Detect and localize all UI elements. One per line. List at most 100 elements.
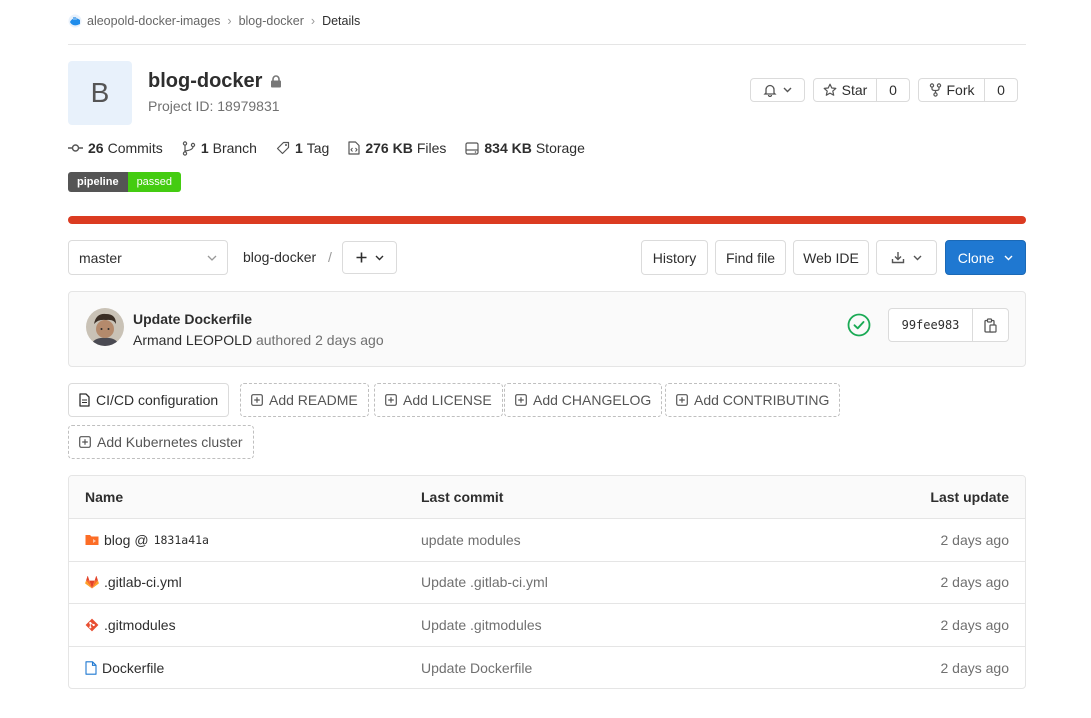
commits-link[interactable]: 26 Commits — [68, 140, 163, 156]
last-commit-link[interactable]: Update Dockerfile — [421, 660, 532, 676]
add-changelog-label: Add CHANGELOG — [533, 392, 652, 408]
commit-author-line: Armand LEOPOLD authored 2 days ago — [133, 332, 384, 348]
add-contributing-label: Add CONTRIBUTING — [694, 392, 830, 408]
star-icon — [823, 83, 837, 97]
files-link[interactable]: 276 KB Files — [348, 140, 446, 156]
branch-count: 1 — [200, 140, 209, 156]
fork-count[interactable]: 0 — [984, 79, 1017, 101]
chevron-right-icon: › — [310, 14, 316, 28]
clipboard-icon — [984, 317, 997, 333]
download-dropdown-button[interactable] — [876, 240, 937, 275]
pipeline-status-badge[interactable]: pipeline passed — [68, 172, 182, 192]
project-stats: 26 Commits 1 Branch 1 Tag 276 KB Files 8… — [68, 140, 604, 156]
file-link[interactable]: .gitmodules — [104, 617, 176, 633]
last-update-time: 2 days ago — [940, 659, 1010, 676]
gitlab-ci-icon — [85, 575, 99, 589]
commit-sha-group: 99fee983 — [888, 308, 1009, 342]
project-avatar: B — [68, 61, 132, 125]
commit-icon — [68, 143, 88, 153]
storage-link[interactable]: 834 KB Storage — [465, 140, 585, 156]
add-to-tree-dropdown-button[interactable] — [342, 241, 397, 274]
add-changelog-button[interactable]: Add CHANGELOG — [504, 383, 663, 417]
pipeline-passed-check-icon[interactable] — [847, 313, 871, 337]
last-update-time: 2 days ago — [940, 531, 1010, 548]
plus-square-icon — [385, 394, 397, 406]
file-link[interactable]: Dockerfile — [102, 660, 164, 676]
branch-selector[interactable]: master — [68, 240, 228, 275]
plus-square-icon — [251, 394, 263, 406]
add-readme-button[interactable]: Add README — [240, 383, 369, 417]
breadcrumb-project-link[interactable]: blog-docker — [239, 14, 304, 28]
table-row[interactable]: blog @ 1831a41a update modules 2 days ag… — [69, 519, 1025, 562]
submodule-folder-icon — [85, 534, 99, 546]
fork-icon — [929, 83, 942, 97]
add-license-button[interactable]: Add LICENSE — [374, 383, 503, 417]
commit-sha-link[interactable]: 99fee983 — [889, 309, 972, 341]
author-avatar[interactable] — [86, 308, 124, 346]
commits-label: Commits — [107, 140, 163, 156]
find-file-button[interactable]: Find file — [715, 240, 786, 275]
table-row[interactable]: Dockerfile Update Dockerfile 2 days ago — [69, 647, 1025, 689]
commit-title-link[interactable]: Update Dockerfile — [133, 311, 252, 327]
history-button[interactable]: History — [641, 240, 708, 275]
file-code-icon — [348, 141, 365, 155]
branch-selector-value: master — [79, 249, 122, 266]
add-kubernetes-cluster-label: Add Kubernetes cluster — [97, 434, 243, 450]
breadcrumb: aleopold-docker-images › blog-docker › D… — [68, 12, 360, 30]
copy-sha-button[interactable] — [972, 309, 1008, 341]
breadcrumb-group-link[interactable]: aleopold-docker-images — [87, 14, 220, 28]
storage-label: Storage — [535, 140, 585, 156]
fork-button[interactable]: Fork 0 — [918, 78, 1018, 102]
cicd-configuration-label: CI/CD configuration — [96, 392, 219, 408]
file-link[interactable]: .gitlab-ci.yml — [104, 574, 182, 590]
plus-square-icon — [676, 394, 688, 406]
star-count[interactable]: 0 — [876, 79, 909, 101]
breadcrumb-current[interactable]: Details — [322, 14, 360, 28]
notification-dropdown-button[interactable] — [750, 78, 805, 102]
path-separator: / — [328, 249, 332, 265]
disk-icon — [465, 141, 484, 155]
file-text-icon — [79, 393, 90, 407]
lock-icon — [270, 75, 282, 88]
commit-author-link[interactable]: Armand LEOPOLD — [133, 332, 252, 348]
branch-icon — [182, 140, 201, 156]
star-button[interactable]: Star 0 — [813, 78, 910, 102]
pipeline-progress-bar — [68, 216, 1026, 224]
download-icon — [891, 251, 905, 264]
commit-authored-time: authored 2 days ago — [255, 332, 384, 348]
column-header-name: Name — [85, 489, 124, 505]
last-commit-link[interactable]: update modules — [421, 532, 521, 548]
add-license-label: Add LICENSE — [403, 392, 492, 408]
table-row[interactable]: .gitlab-ci.yml Update .gitlab-ci.yml 2 d… — [69, 562, 1025, 604]
last-commit-link[interactable]: Update .gitlab-ci.yml — [421, 574, 548, 590]
project-title: blog-docker — [148, 70, 282, 93]
web-ide-button[interactable]: Web IDE — [793, 240, 869, 275]
table-row[interactable]: .gitmodules Update .gitmodules 2 days ag… — [69, 604, 1025, 647]
add-kubernetes-cluster-button[interactable]: Add Kubernetes cluster — [68, 425, 254, 459]
branches-link[interactable]: 1 Branch — [182, 140, 257, 156]
project-name: blog-docker — [148, 70, 263, 92]
pipeline-badge-status: passed — [127, 172, 182, 192]
clone-dropdown-button[interactable]: Clone — [945, 240, 1026, 275]
repo-path-link[interactable]: blog-docker — [243, 249, 316, 265]
last-commit-link[interactable]: Update .gitmodules — [421, 617, 542, 633]
tags-link[interactable]: 1 Tag — [276, 140, 329, 156]
submodule-link[interactable]: blog @ — [104, 532, 149, 548]
column-header-last-update: Last update — [930, 489, 1009, 505]
submodule-sha-link[interactable]: 1831a41a — [154, 533, 209, 547]
chevron-right-icon: › — [227, 14, 232, 28]
add-contributing-button[interactable]: Add CONTRIBUTING — [665, 383, 841, 417]
fork-label: Fork — [946, 82, 975, 98]
cicd-configuration-button[interactable]: CI/CD configuration — [68, 383, 230, 417]
file-name-cell: .gitlab-ci.yml — [85, 574, 182, 590]
last-update-time: 2 days ago — [940, 616, 1010, 633]
branch-label: Branch — [212, 140, 257, 156]
chevron-down-icon — [1004, 255, 1013, 261]
commits-count: 26 — [88, 140, 104, 156]
project-id: Project ID: 18979831 — [148, 98, 280, 114]
plus-square-icon — [79, 436, 91, 448]
star-label: Star — [841, 82, 868, 98]
file-name-cell: blog @ 1831a41a — [85, 532, 209, 548]
add-readme-label: Add README — [269, 392, 358, 408]
last-update-time: 2 days ago — [940, 574, 1010, 591]
